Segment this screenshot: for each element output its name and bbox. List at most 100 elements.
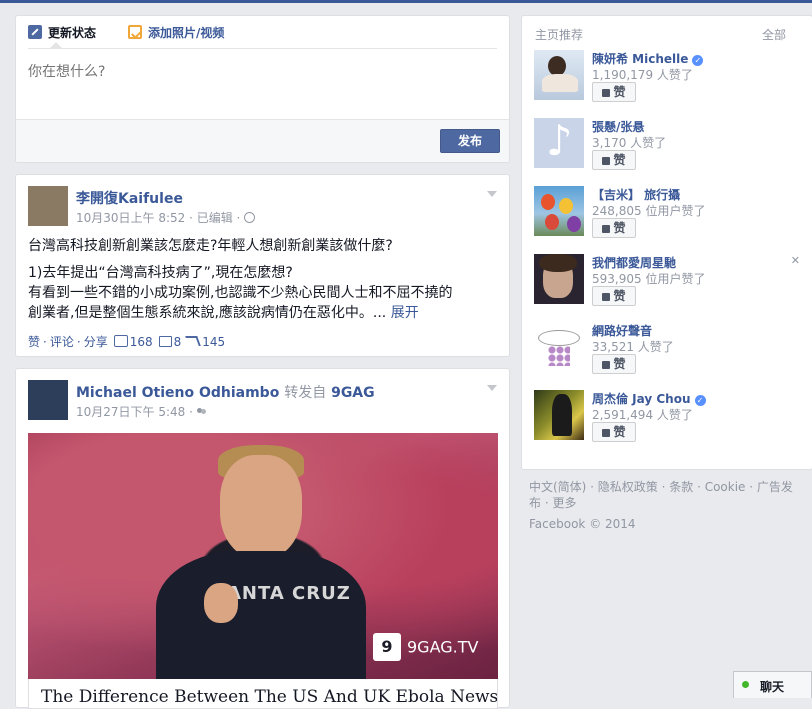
- tab-update-status[interactable]: 更新状态: [28, 24, 96, 42]
- page-thumbnail[interactable]: [534, 186, 584, 236]
- verified-badge-icon: ✓: [694, 395, 706, 406]
- share-arrow-icon: [185, 336, 202, 346]
- thumbs-up-icon: [113, 335, 128, 347]
- page-likes-count: 593,905 位用户赞了: [592, 272, 706, 286]
- page-likes-count: 3,170 人赞了: [592, 136, 667, 150]
- video-person-hand: [204, 583, 238, 623]
- story-text-line: 1)去年提出“台灣高科技病了”,現在怎麼想?: [28, 265, 293, 281]
- story-timestamp-text[interactable]: 10月27日下午 5:48 ·: [76, 405, 197, 419]
- shares-count[interactable]: 145: [202, 335, 225, 349]
- suggested-page-item: 張懸/张悬 3,170 人赞了 赞: [534, 118, 804, 178]
- footer-links[interactable]: 中文(简体) · 隐私权政策 · 条款 · Cookie · 广告发布 · 更多: [529, 479, 799, 511]
- story-text-line: 有看到一些不錯的小成功案例,也認識不少熱心民間人士和不屈不撓的: [28, 285, 453, 301]
- composer-divider: [28, 48, 497, 49]
- story-action-bar: 赞 · 评论 · 分享 168 8 145: [28, 333, 225, 350]
- like-page-button[interactable]: 赞: [592, 422, 636, 442]
- page-name-link[interactable]: 陳妍希 Michelle ✓: [592, 50, 704, 67]
- chat-label: 聊天: [760, 680, 785, 694]
- status-input[interactable]: [28, 62, 488, 82]
- globe-icon: [244, 212, 256, 223]
- comments-count[interactable]: 8: [174, 335, 182, 349]
- like-page-button[interactable]: 赞: [592, 286, 636, 306]
- page-likes-count: 2,591,494 人赞了: [592, 408, 693, 422]
- verified-badge-icon: ✓: [692, 55, 704, 66]
- source-page-link[interactable]: 9GAG: [331, 385, 375, 401]
- page-likes-count: 248,805 位用户赞了: [592, 204, 706, 218]
- video-person-shirt: [156, 551, 366, 679]
- page-name-link[interactable]: 網路好聲音: [592, 322, 652, 339]
- suggested-page-item: 我們都愛周星馳 ✕ 593,905 位用户赞了 赞: [534, 254, 804, 314]
- page-likes-count: 1,190,179 人赞了: [592, 68, 693, 82]
- avatar[interactable]: [28, 380, 68, 420]
- story-header: Michael Otieno Odhiambo 转发自 9GAG: [76, 382, 375, 402]
- tab-add-photo-video-label: 添加照片/视频: [148, 26, 225, 40]
- friends-audience-icon: [196, 408, 207, 417]
- chevron-down-icon[interactable]: [487, 385, 497, 391]
- feed-story: 李開復Kaifulee 10月30日上午 8:52 · 已编辑 · 台灣高科技創…: [15, 174, 510, 357]
- story-text-line: 台灣高科技創新創業該怎麼走?年輕人想創新創業該做什麼?: [28, 238, 393, 254]
- pencil-icon: [28, 25, 42, 39]
- page-thumbnail[interactable]: [534, 322, 584, 372]
- page-name-link[interactable]: 我們都愛周星馳: [592, 254, 676, 271]
- page-name-link[interactable]: 【吉米】 旅行攝: [592, 186, 680, 203]
- chevron-down-icon[interactable]: [487, 191, 497, 197]
- story-timestamp-text[interactable]: 10月30日上午 8:52 · 已编辑 ·: [76, 211, 244, 225]
- close-icon[interactable]: ✕: [791, 254, 800, 267]
- like-page-button[interactable]: 赞: [592, 82, 636, 102]
- share-link[interactable]: 分享: [84, 335, 108, 349]
- story-text-line: 創業者,但是整個生態系統來說,應該說病情仍在惡化中。... 展开: [28, 303, 500, 323]
- page-name-text: 周杰倫 Jay Chou: [592, 392, 691, 406]
- story-timestamp: 10月27日下午 5:48 ·: [76, 403, 207, 420]
- 9gag-logo-icon: 9: [373, 633, 401, 661]
- footer-copyright: Facebook © 2014: [529, 517, 636, 531]
- online-status-icon: [742, 681, 749, 688]
- like-link[interactable]: 赞: [28, 335, 40, 349]
- 9gag-watermark: 9 9GAG.TV: [373, 633, 478, 661]
- feed-story: Michael Otieno Odhiambo 转发自 9GAG 10月27日下…: [15, 368, 510, 709]
- video-thumbnail[interactable]: SANTA CRUZ 9 9GAG.TV: [28, 433, 498, 679]
- video-person-face: [220, 455, 302, 559]
- suggested-page-item: 【吉米】 旅行攝 248,805 位用户赞了 赞: [534, 186, 804, 246]
- tab-update-status-label: 更新状态: [48, 26, 97, 40]
- like-page-button[interactable]: 赞: [592, 150, 636, 170]
- page-thumbnail[interactable]: [534, 254, 584, 304]
- suggested-pages-title: 主页推荐: [535, 28, 584, 42]
- story-actor-link[interactable]: 李開復Kaifulee: [76, 188, 183, 208]
- avatar[interactable]: [28, 186, 68, 226]
- status-composer: 更新状态 添加照片/视频 发布: [15, 15, 510, 163]
- like-page-button[interactable]: 赞: [592, 218, 636, 238]
- page-thumbnail[interactable]: [534, 118, 584, 168]
- likes-count[interactable]: 168: [130, 335, 153, 349]
- see-all-link[interactable]: 全部: [762, 26, 786, 43]
- top-nav-bar: [0, 0, 812, 3]
- story-timestamp: 10月30日上午 8:52 · 已编辑 ·: [76, 209, 256, 226]
- page-likes-count: 33,521 人赞了: [592, 340, 674, 354]
- suggested-page-item: 陳妍希 Michelle ✓ 1,190,179 人赞了 赞: [534, 50, 804, 110]
- story-text-tail: 創業者,但是整個生態系統來說,應該說病情仍在惡化中。...: [28, 305, 387, 321]
- video-caption[interactable]: The Difference Between The US And UK Ebo…: [28, 679, 498, 709]
- separator-dot: ·: [76, 335, 81, 349]
- page-thumbnail[interactable]: [534, 50, 584, 100]
- see-more-link[interactable]: 展开: [391, 305, 419, 321]
- like-page-button[interactable]: 赞: [592, 354, 636, 374]
- 9gag-watermark-text: 9GAG.TV: [407, 637, 479, 657]
- comment-bubble-icon: [158, 336, 172, 347]
- page-thumbnail[interactable]: [534, 390, 584, 440]
- comment-link[interactable]: 评论: [50, 335, 74, 349]
- separator-dot: ·: [43, 335, 47, 349]
- photo-icon: [128, 25, 142, 39]
- story-actor-link[interactable]: Michael Otieno Odhiambo: [76, 385, 279, 401]
- composer-footer: 发布: [16, 119, 509, 162]
- page-name-link[interactable]: 張懸/张悬: [592, 118, 644, 135]
- suggested-page-item: 網路好聲音 33,521 人赞了 赞: [534, 322, 804, 382]
- publish-button[interactable]: 发布: [440, 129, 500, 153]
- page-name-text: 陳妍希 Michelle: [592, 52, 689, 66]
- suggested-pages-panel: 主页推荐 全部 陳妍希 Michelle✓ 1,190,179 人赞了 赞 張懸…: [521, 15, 812, 470]
- tab-add-photo-video[interactable]: 添加照片/视频: [128, 24, 224, 42]
- page-name-link[interactable]: 周杰倫 Jay Chou ✓: [592, 390, 706, 407]
- composer-tabs: 更新状态 添加照片/视频: [16, 16, 509, 48]
- video-caption-text: The Difference Between The US And UK Ebo…: [41, 687, 498, 707]
- shared-via-text: 转发自: [284, 385, 327, 401]
- chat-tab[interactable]: 聊天: [733, 671, 812, 698]
- suggested-page-item: 周杰倫 Jay Chou ✓ 2,591,494 人赞了 赞: [534, 390, 804, 450]
